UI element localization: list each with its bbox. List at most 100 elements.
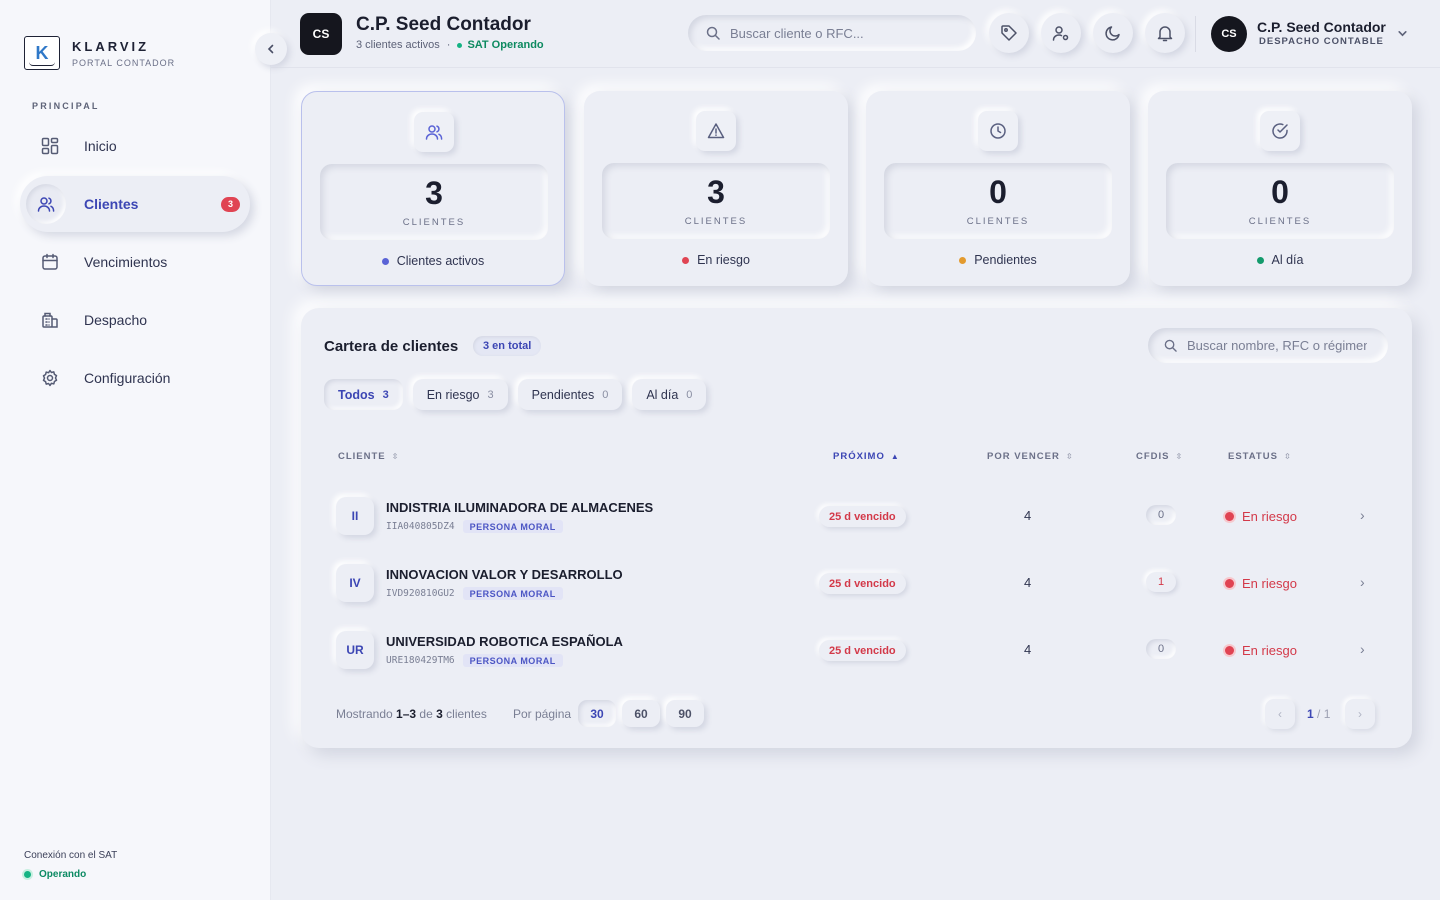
user-name[interactable]: C.P. Seed Contador	[1257, 19, 1386, 35]
sidebar-item-inicio[interactable]: Inicio	[20, 118, 250, 174]
chevron-right-icon[interactable]: ›	[1360, 507, 1365, 523]
client-name: UNIVERSIDAD ROBOTICA ESPAÑOLA	[386, 634, 623, 649]
per-page-30-button[interactable]: 30	[578, 700, 616, 727]
chevron-right-icon[interactable]: ›	[1360, 641, 1365, 657]
per-page-90-button[interactable]: 90	[666, 700, 704, 727]
collapse-sidebar-button[interactable]	[255, 33, 287, 65]
header-search[interactable]	[688, 15, 976, 51]
sidebar-item-clientes[interactable]: Clientes 3	[20, 176, 250, 232]
next-due-badge: 25 d vencido	[819, 640, 906, 661]
clock-icon	[978, 111, 1018, 151]
page-title: C.P. Seed Contador	[356, 14, 531, 35]
chevron-right-icon[interactable]: ›	[1360, 574, 1365, 590]
clientes-count-badge: 3	[221, 196, 240, 212]
next-page-button[interactable]: ›	[1345, 699, 1375, 729]
status-dot	[381, 257, 389, 265]
per-page-options: 30 60 90	[578, 700, 710, 727]
status-dot	[1256, 256, 1264, 264]
person-type-badge: PERSONA MORAL	[462, 654, 563, 667]
status-label: En riesgo	[1242, 509, 1297, 524]
stat-unit: CLIENTES	[684, 216, 748, 227]
search-input[interactable]	[730, 25, 950, 41]
brand-logo[interactable]: K KLARVIZ PORTAL CONTADOR	[24, 36, 175, 70]
portfolio-search[interactable]	[1148, 328, 1388, 363]
active-clients-count: 3 clientes activos	[356, 39, 440, 51]
filter-count: 0	[602, 388, 609, 401]
search-icon	[706, 26, 720, 40]
users-icon	[414, 112, 454, 152]
status-dot	[959, 256, 967, 264]
stat-value: 3	[425, 175, 443, 211]
table-row[interactable]: II INDISTRIA ILUMINADORA DE ALMACENES II…	[324, 478, 1389, 545]
filter-label: Pendientes	[531, 387, 595, 402]
sat-connection-title: Conexión con el SAT	[24, 850, 118, 861]
stat-unit: CLIENTES	[1248, 216, 1312, 227]
sidebar-item-label: Vencimientos	[84, 254, 168, 270]
header-divider	[1195, 16, 1196, 52]
status-dot	[682, 256, 690, 264]
stat-card-pending[interactable]: 0 CLIENTES Pendientes	[866, 91, 1130, 286]
filter-count: 0	[686, 388, 693, 401]
cfdi-count: 0	[1146, 639, 1176, 659]
account-initials-badge: CS	[300, 13, 342, 55]
chevron-down-icon	[1398, 31, 1407, 37]
filter-label: Todos	[338, 387, 375, 402]
stat-card-at-risk[interactable]: 3 CLIENTES En riesgo	[584, 91, 848, 286]
status-dot	[1225, 579, 1234, 588]
filter-al-dia[interactable]: Al día 0	[632, 379, 707, 410]
sort-icon: ⇳	[391, 452, 400, 461]
user-settings-button[interactable]	[1041, 13, 1081, 53]
filter-en-riesgo[interactable]: En riesgo 3	[412, 379, 508, 410]
per-page-60-button[interactable]: 60	[622, 700, 660, 727]
sort-icon: ⇳	[1175, 452, 1184, 461]
page-subtitle: 3 clientes activos · SAT Operando	[356, 39, 544, 51]
table-row[interactable]: IV INNOVACION VALOR Y DESARROLLO IVD9208…	[324, 545, 1389, 612]
sidebar-item-label: Inicio	[84, 138, 117, 154]
stat-value: 0	[989, 174, 1007, 210]
sidebar-nav: Inicio Clientes 3 Vencimientos Despacho	[20, 118, 250, 408]
column-header-estatus[interactable]: ESTATUS ⇳	[1228, 451, 1292, 462]
page-indicator: 1 / 1	[1307, 707, 1331, 721]
column-header-por-vencer[interactable]: POR VENCER ⇳	[987, 451, 1074, 462]
client-rfc: IIA040805DZ4	[386, 521, 455, 532]
filter-todos[interactable]: Todos 3	[324, 379, 403, 410]
per-page-label: Por página	[513, 707, 572, 721]
tag-icon	[1001, 25, 1017, 41]
client-name: INDISTRIA ILUMINADORA DE ALMACENES	[386, 500, 654, 515]
column-header-cfdis[interactable]: CFDIS ⇳	[1136, 451, 1183, 462]
portfolio-search-input[interactable]	[1187, 338, 1367, 353]
previous-page-button[interactable]: ‹	[1265, 699, 1295, 729]
person-type-badge: PERSONA MORAL	[462, 520, 563, 533]
column-header-proximo[interactable]: PRÓXIMO ▲	[833, 451, 900, 462]
sidebar-item-despacho[interactable]: Despacho	[20, 292, 250, 348]
status-dot	[457, 42, 463, 48]
stat-card-active-clients[interactable]: 3 CLIENTES Clientes activos	[301, 91, 565, 286]
cfdi-count: 0	[1146, 505, 1176, 525]
status-label: En riesgo	[1242, 576, 1297, 591]
table-row[interactable]: UR UNIVERSIDAD ROBOTICA ESPAÑOLA URE1804…	[324, 612, 1389, 679]
bell-icon	[1157, 26, 1173, 42]
search-icon	[1164, 339, 1177, 352]
status-dot	[1225, 512, 1234, 521]
stat-card-up-to-date[interactable]: 0 CLIENTES Al día	[1148, 91, 1412, 286]
nav-section-label: PRINCIPAL	[32, 101, 100, 111]
stat-value: 3	[707, 174, 725, 210]
filter-pendientes[interactable]: Pendientes 0	[517, 379, 623, 410]
sidebar-item-configuracion[interactable]: Configuración	[20, 350, 250, 406]
upcoming-count: 4	[1024, 575, 1032, 590]
gear-icon	[38, 366, 62, 390]
next-due-badge: 25 d vencido	[819, 506, 906, 527]
user-menu-toggle[interactable]	[1397, 26, 1408, 44]
sat-connection-status: Conexión con el SAT Operando	[24, 850, 117, 880]
theme-toggle-button[interactable]	[1093, 13, 1133, 53]
alert-triangle-icon	[696, 111, 736, 151]
avatar[interactable]: CS	[1211, 16, 1247, 52]
filter-count: 3	[382, 388, 389, 401]
sidebar-item-vencimientos[interactable]: Vencimientos	[20, 234, 250, 290]
column-header-cliente[interactable]: CLIENTE ⇳	[338, 451, 399, 462]
stat-label: Clientes activos	[396, 254, 485, 268]
tags-button[interactable]	[989, 13, 1029, 53]
notifications-button[interactable]	[1145, 13, 1185, 53]
stat-label: En riesgo	[697, 253, 750, 267]
stat-unit: CLIENTES	[402, 217, 466, 228]
